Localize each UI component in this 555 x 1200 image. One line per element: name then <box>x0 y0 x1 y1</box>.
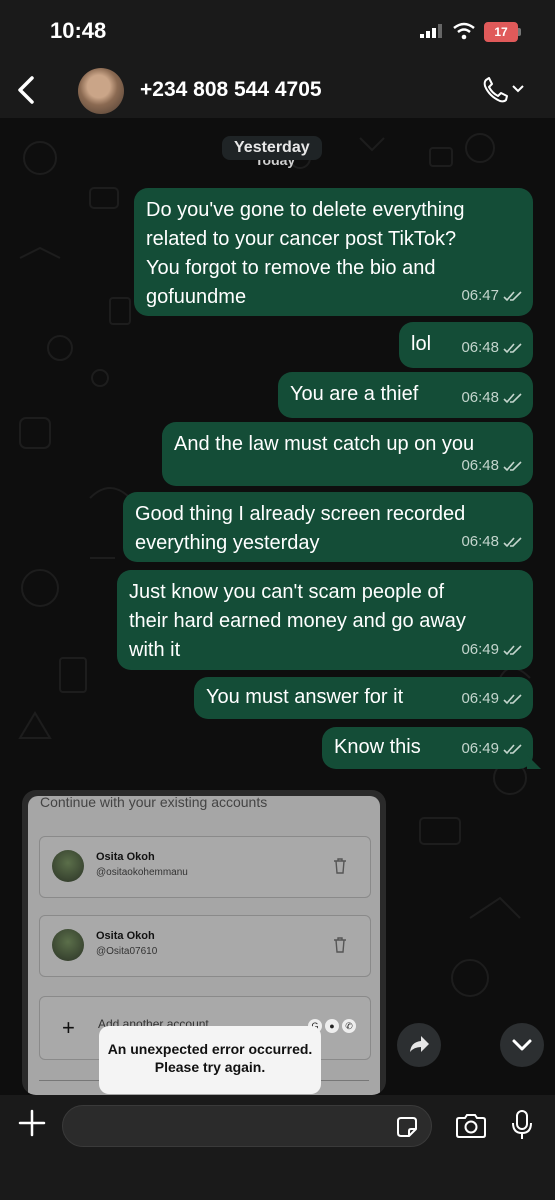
message-time: 06:49 <box>461 641 499 658</box>
apple-icon: ● <box>325 1019 339 1033</box>
composer-bar <box>0 1095 555 1200</box>
date-divider: Yesterday <box>222 136 322 160</box>
plus-icon[interactable] <box>18 1109 46 1137</box>
account-handle: @ositaokohemmanu <box>96 867 188 878</box>
message-text: Just know you can't scam people of their… <box>129 581 466 661</box>
message-text: Know this <box>334 736 421 758</box>
contact-name[interactable]: +234 808 544 4705 <box>140 78 322 102</box>
account-row: Osita Okoh @ositaokohemmanu <box>39 836 371 898</box>
message-meta: 06:47 <box>461 281 523 310</box>
message-bubble[interactable]: Know this 06:49 <box>322 727 541 769</box>
image-message[interactable]: Continue with your existing accounts Osi… <box>22 790 386 1095</box>
double-check-icon <box>503 536 522 547</box>
message-meta: 06:49 <box>461 684 523 713</box>
message-bubble[interactable]: lol 06:48 <box>399 322 533 368</box>
message-bubble[interactable]: Do you've gone to delete everything rela… <box>134 188 533 316</box>
message-text: lol <box>411 333 432 355</box>
message-text: You are a thief <box>290 383 419 405</box>
avatar[interactable] <box>78 68 124 114</box>
trash-icon <box>334 858 346 874</box>
message-time: 06:48 <box>461 457 499 474</box>
message-bubble[interactable]: You must answer for it 06:49 <box>194 677 533 719</box>
message-meta: 06:49 <box>461 734 523 763</box>
sticker-icon[interactable] <box>395 1115 419 1139</box>
double-check-icon <box>503 693 522 704</box>
cellular-signal-icon <box>420 24 442 38</box>
scroll-down-button[interactable] <box>500 1023 544 1067</box>
account-row: Osita Okoh @Osita07610 <box>39 915 371 977</box>
screenshot-image: Continue with your existing accounts Osi… <box>28 796 380 1095</box>
message-meta: 06:48 <box>461 451 523 480</box>
double-check-icon <box>503 743 522 754</box>
phone-call-icon[interactable] <box>480 74 526 106</box>
message-bubble[interactable]: You are a thief 06:48 <box>278 372 533 418</box>
back-arrow-icon[interactable] <box>14 74 38 106</box>
phone-icon: ✆ <box>342 1019 356 1033</box>
battery-indicator: 17 <box>484 22 518 42</box>
message-text: And the law must catch up on you <box>174 433 475 455</box>
camera-icon[interactable] <box>455 1113 487 1139</box>
plus-icon: + <box>62 1015 75 1040</box>
account-name: Osita Okoh <box>96 851 155 863</box>
battery-tip <box>518 28 521 36</box>
chevron-down-icon <box>512 1039 532 1051</box>
message-bubble[interactable]: Good thing I already screen recorded eve… <box>123 492 533 562</box>
clock: 10:48 <box>50 18 107 43</box>
account-handle: @Osita07610 <box>96 946 158 957</box>
message-meta: 06:48 <box>461 527 523 556</box>
account-avatar <box>52 850 84 882</box>
message-bubble[interactable]: And the law must catch up on you 06:48 <box>162 422 533 486</box>
forward-button[interactable] <box>397 1023 441 1067</box>
message-text: Good thing I already screen recorded eve… <box>135 503 466 554</box>
chat-area[interactable]: Today Yesterday Do you've gone to delete… <box>0 118 555 1095</box>
error-toast: An unexpected error occurred. Please try… <box>99 1026 321 1094</box>
message-meta: 06:49 <box>461 635 523 664</box>
account-avatar <box>52 929 84 961</box>
message-time: 06:48 <box>461 533 499 550</box>
double-check-icon <box>503 342 522 353</box>
message-text: You must answer for it <box>206 686 404 708</box>
double-check-icon <box>503 644 522 655</box>
forward-icon <box>410 1036 429 1052</box>
double-check-icon <box>503 290 522 301</box>
message-input[interactable] <box>62 1105 432 1147</box>
image-heading: Continue with your existing accounts <box>40 796 268 810</box>
message-time: 06:48 <box>461 339 499 356</box>
message-time: 06:47 <box>461 287 499 304</box>
message-meta: 06:48 <box>461 333 523 362</box>
double-check-icon <box>503 392 522 403</box>
microphone-icon[interactable] <box>510 1109 534 1141</box>
status-bar: 10:48 17 <box>0 0 555 62</box>
trash-icon <box>334 937 346 953</box>
chat-header: +234 808 544 4705 <box>0 62 555 118</box>
message-time: 06:49 <box>461 690 499 707</box>
account-name: Osita Okoh <box>96 930 155 942</box>
message-time: 06:48 <box>461 389 499 406</box>
message-time: 06:49 <box>461 740 499 757</box>
message-meta: 06:48 <box>461 383 523 412</box>
message-bubble[interactable]: Just know you can't scam people of their… <box>117 570 533 670</box>
message-text: Do you've gone to delete everything rela… <box>146 199 465 308</box>
double-check-icon <box>503 460 522 471</box>
wifi-icon <box>453 22 475 40</box>
